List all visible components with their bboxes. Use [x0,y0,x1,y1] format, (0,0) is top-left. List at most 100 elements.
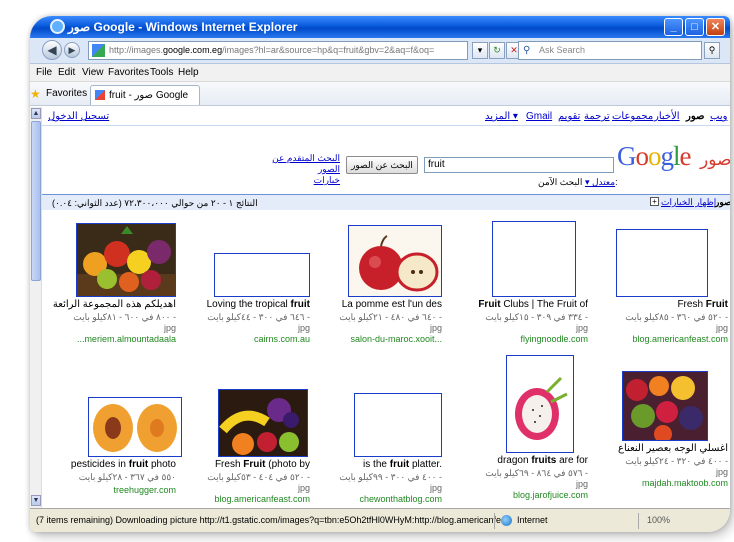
menu-edit[interactable]: Edit [58,67,75,78]
images-logo-label: صور [700,150,730,169]
result-site[interactable]: blog.americanfeast.com [588,334,728,344]
image-result[interactable]: pesticides in fruit photo ٥٥٠ في ٣٦٧ - ٢… [36,363,182,503]
result-thumbnail[interactable] [76,223,176,297]
result-caption[interactable]: dragon fruits are for [448,455,588,466]
nav-groups[interactable]: مجموعات [612,111,653,122]
close-button[interactable]: ✕ [706,18,725,36]
result-meta: ٥٧٦ في ٨٦٤ - ٦٩كيلو بايت - [485,468,588,478]
result-format: jpg [429,483,442,493]
minimize-button[interactable]: _ [664,18,683,36]
result-format: jpg [297,483,310,493]
forward-button[interactable]: ▶ [64,42,80,58]
zoom-control[interactable]: 100% [638,513,688,529]
title-bar: صور Google - Windows Internet Explorer _… [30,16,730,38]
result-site[interactable]: ...meriem.almountadaala [36,334,176,344]
result-meta: ٦٤٦ في ٣٠٠ - ٤٤كيلو بايت - [207,312,310,322]
image-result[interactable]: is the fruit platter. ٤٠٠ في ٣٠٠ - ٩٩كيل… [302,363,442,504]
peach-image [93,404,177,452]
address-field[interactable]: http://images.google.com.eg/images?hl=ar… [88,41,468,60]
status-message: (7 items remaining) Downloading picture … [36,515,511,525]
result-thumbnail[interactable] [492,221,576,297]
maximize-button[interactable]: □ [685,18,704,36]
search-go-button[interactable]: ⚲ [704,42,720,59]
result-site[interactable]: salon-du-maroc.xooit... [302,334,442,344]
result-thumbnail[interactable] [214,253,310,297]
nav-gmail[interactable]: Gmail [526,111,552,122]
result-thumbnail[interactable] [348,225,442,297]
result-site[interactable]: flyingnoodle.com [448,334,588,344]
refresh-button[interactable]: ↻ [489,42,505,59]
result-caption[interactable]: Fresh Fruit [588,299,728,310]
result-caption[interactable]: Fruit Clubs | The Fruit of [448,299,588,310]
result-format: jpg [163,323,176,333]
result-caption[interactable]: Loving the tropical fruit [170,299,310,310]
image-result[interactable]: اهديلكم هذه المجموعة الرائعة ٨٠٠ في ٦٠٠ … [36,221,176,361]
nav-translate[interactable]: ترجمة [584,111,610,122]
nav-calendar[interactable]: تقويم [558,111,580,122]
ask-search-field[interactable]: ⚲ Ask Search [518,41,702,60]
result-format: jpg [429,323,442,333]
result-thumbnail[interactable] [88,397,182,457]
scroll-up-icon[interactable]: ▲ [31,108,41,119]
advanced-search-link[interactable]: البحث المتقدم عن الصور خيارات [252,153,340,186]
result-site[interactable]: chewonthatblog.com [302,494,442,504]
result-caption[interactable]: اغسلي الوجه بعصير النعناع [588,443,728,454]
result-caption[interactable]: is the fruit platter. [302,459,442,470]
result-thumbnail[interactable] [622,371,708,441]
result-caption[interactable]: La pomme est l'un des [302,299,442,310]
result-caption[interactable]: اهديلكم هذه المجموعة الرائعة [36,299,176,310]
menu-help[interactable]: Help [178,67,199,78]
result-meta: ٤٠٠ في ٣٠٠ - ٩٩كيلو بايت - [339,472,442,482]
address-url: http://images.google.com.eg/images?hl=ar… [109,45,435,55]
ie-logo-icon [50,19,65,34]
security-zone[interactable]: Internet [494,513,618,529]
result-site[interactable]: blog.jarofjuice.com [448,490,588,500]
result-thumbnail[interactable] [506,355,574,453]
dragonfruit-image [515,376,568,440]
menu-tools[interactable]: Tools [150,67,173,78]
result-thumbnail[interactable] [218,389,308,457]
image-result[interactable]: Fresh Fruit ٥٢٠ في ٣٦٠ - ٨٥كيلو بايت - j… [588,221,728,361]
safe-search[interactable]: معتدل ▾ البحث الآمن: [538,177,618,188]
favorites-bar: ★ Favorites fruit - صور Google [30,82,730,106]
result-meta: ٥٢٠ في ٣٦٠ - ٨٥كيلو بايت - [625,312,728,322]
result-format: jpg [575,479,588,489]
image-result[interactable]: Loving the tropical fruit ٦٤٦ في ٣٠٠ - ٤… [170,221,310,361]
image-result[interactable]: اغسلي الوجه بعصير النعناع ٤٠٠ في ٣٢٠ - ٢… [588,363,728,503]
result-site[interactable]: treehugger.com [36,485,176,495]
result-site[interactable]: cairns.com.au [170,334,310,344]
search-query-input[interactable]: fruit [424,157,614,173]
result-thumbnail[interactable] [354,393,442,457]
nav-web[interactable]: ويب [710,111,727,122]
signin-link[interactable]: تسجيل الدخول [48,111,109,122]
menu-favorites[interactable]: Favorites [108,67,149,78]
tab-google-images[interactable]: fruit - صور Google [90,85,200,105]
image-result[interactable]: La pomme est l'un des ٦٤٠ في ٤٨٠ - ٢١كيل… [302,221,442,361]
nav-news[interactable]: الأخبار [654,111,680,122]
address-dropdown-button[interactable]: ▾ [472,42,488,59]
result-site[interactable]: blog.americanfeast.com [170,494,310,504]
result-meta: ٤٠٠ في ٣٢٠ - ٢٤كيلو بايت - [625,456,728,466]
image-result[interactable]: Fruit Clubs | The Fruit of ٣٣٤ في ٣٠٩ - … [448,221,588,361]
result-format: jpg [715,323,728,333]
image-result[interactable]: dragon fruits are for ٥٧٦ في ٨٦٤ - ٦٩كيل… [448,345,588,500]
nav-images: صور [686,111,705,122]
search-images-button[interactable]: البحث عن الصور [346,156,418,174]
image-result[interactable]: Fresh Fruit (photo by ٥٢٠ في ٤٠٤ - ٥٣كيل… [170,363,310,504]
result-meta: ٦٤٠ في ٤٨٠ - ٢١كيلو بايت - [339,312,442,322]
result-site[interactable]: majdah.maktoob.com [588,478,728,488]
plus-icon[interactable]: + [650,197,659,206]
favorites-label[interactable]: Favorites [46,88,87,99]
result-caption[interactable]: Fresh Fruit (photo by [170,459,310,470]
page-content: ▲ ▼ تسجيل الدخول ويب صور الأخبار مجموعات… [30,107,730,508]
result-thumbnail[interactable] [616,229,708,297]
show-options-link[interactable]: إظهار الخيارات [661,197,716,208]
nav-more[interactable]: المزيد ▾ [485,111,518,122]
menu-file[interactable]: File [36,67,52,78]
favorites-star-icon[interactable]: ★ [30,87,41,101]
back-button[interactable]: ◀ [42,40,62,60]
globe-icon [501,515,512,526]
menu-view[interactable]: View [82,67,104,78]
result-stats: النتائج ١ - ٢٠ من حوالي ٧٢،٣٠٠،٠٠٠ (عدد … [52,198,258,208]
result-caption[interactable]: pesticides in fruit photo [36,459,176,470]
